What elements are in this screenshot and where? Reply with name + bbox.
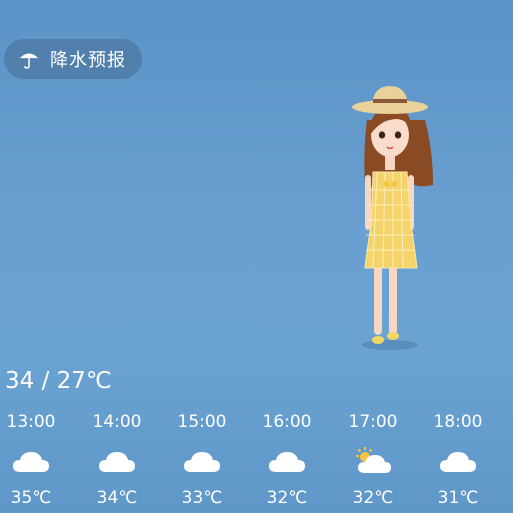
cloud-icon	[440, 452, 476, 472]
cloud-icon	[13, 452, 49, 472]
hour-temperature: 34℃	[96, 488, 138, 508]
cloud-icon	[269, 452, 305, 472]
hour-time: 13:00	[6, 412, 56, 432]
hourly-item: 18:00 31℃	[423, 410, 493, 508]
precipitation-forecast-label: 降水预报	[50, 50, 126, 71]
cloud-icon	[184, 452, 220, 472]
hourly-item: 16:00 32℃	[252, 410, 322, 508]
weather-character-illustration	[345, 80, 445, 355]
sun-cloud-icon	[356, 447, 391, 473]
hour-time: 14:00	[92, 412, 142, 432]
hourly-item: 14:00 34℃	[82, 410, 152, 508]
hour-temperature: 33℃	[181, 488, 223, 508]
hour-temperature: 32℃	[352, 488, 394, 508]
daily-temperature-range: 34 / 27℃	[5, 368, 112, 394]
precipitation-forecast-button[interactable]: 降水预报	[4, 39, 142, 79]
umbrella-icon	[18, 48, 40, 70]
hour-time: 15:00	[177, 412, 227, 432]
hourly-item: 17:00 32℃	[338, 410, 408, 508]
hourly-item: 15:00 33℃	[167, 410, 237, 508]
hour-temperature: 35℃	[10, 488, 52, 508]
hourly-forecast: 13:00 35℃ 14:00 34℃ 15:00 33℃ 16:00 32℃ …	[0, 410, 513, 513]
hour-time: 18:00	[433, 412, 483, 432]
cloud-icon	[99, 452, 135, 472]
hour-time: 17:00	[348, 412, 398, 432]
hour-temperature: 32℃	[266, 488, 308, 508]
hour-time: 16:00	[262, 412, 312, 432]
hourly-item: 13:00 35℃	[0, 410, 66, 508]
hour-temperature: 31℃	[437, 488, 479, 508]
